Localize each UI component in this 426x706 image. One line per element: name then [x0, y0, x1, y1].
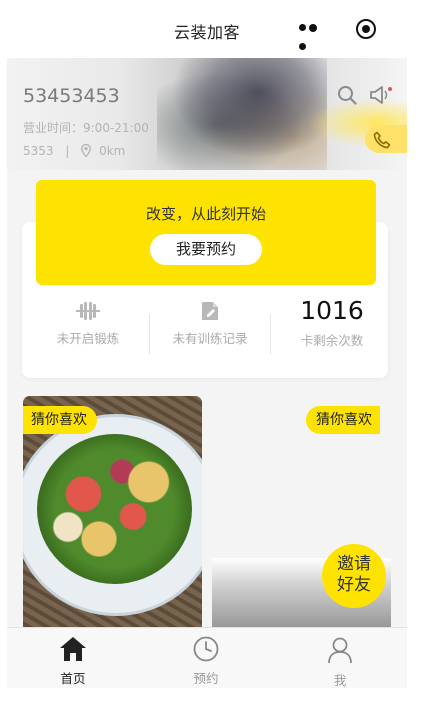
navigation-bar: 云装加客: [7, 0, 407, 58]
tab-me[interactable]: 我: [300, 636, 380, 688]
record-circle-icon[interactable]: [356, 19, 376, 39]
stat-training-record[interactable]: 未有训练记录: [150, 300, 270, 347]
stat-training-label: 未有训练记录: [172, 331, 248, 346]
note-edit-icon: [150, 300, 270, 324]
more-dots-icon[interactable]: [299, 22, 329, 50]
tab-me-label: 我: [333, 673, 347, 688]
dumbbell-icon: [28, 300, 148, 324]
remaining-sessions-label: 卡剩余次数: [300, 333, 364, 348]
stat-remaining-sessions[interactable]: 1016 卡剩余次数: [272, 296, 392, 349]
tab-booking[interactable]: 预约: [166, 636, 246, 687]
remaining-sessions-count: 1016: [300, 296, 364, 325]
tab-home-label: 首页: [60, 671, 86, 686]
page-title: 云装加客: [173, 23, 240, 42]
app-screen: 云装加客 53453453 营业时间：9:00-21:00 5353 | 0km…: [7, 0, 407, 688]
user-icon: [328, 637, 352, 664]
shop-address: 5353: [23, 144, 54, 158]
phone-icon: [373, 131, 391, 149]
promo-slogan: 改变，从此刻开始: [145, 205, 266, 223]
member-stats: 未开启锻炼 未有训练记录 1016 卡剩余次数: [22, 296, 388, 360]
recommend-tag-right: 猜你喜欢: [306, 406, 380, 434]
home-icon: [60, 637, 86, 661]
promo-banner: 改变，从此刻开始 我要预约: [36, 180, 376, 285]
address-row: 5353 | 0km: [23, 142, 125, 158]
shop-distance: 0km: [99, 144, 126, 158]
book-now-button[interactable]: 我要预约: [150, 234, 262, 265]
banner-artwork: [157, 58, 327, 170]
shop-banner: 53453453 营业时间：9:00-21:00 5353 | 0km: [7, 58, 407, 170]
business-hours: 营业时间：9:00-21:00: [23, 121, 149, 135]
clock-icon: [193, 636, 219, 662]
tab-booking-label: 预约: [193, 671, 219, 686]
stat-workout[interactable]: 未开启锻炼: [28, 300, 148, 347]
speaker-icon[interactable]: [369, 85, 393, 109]
invite-line2: 好友: [337, 575, 371, 595]
stat-workout-label: 未开启锻炼: [56, 331, 120, 346]
recommend-tag-left: 猜你喜欢: [23, 406, 97, 434]
location-pin-icon: [81, 143, 92, 158]
invite-line1: 邀请: [337, 554, 371, 574]
stat-divider: [270, 314, 271, 354]
address-separator: |: [65, 144, 70, 158]
tab-bar: 首页 预约 我: [7, 627, 407, 688]
search-icon[interactable]: [337, 85, 357, 109]
salad-image: [37, 434, 192, 584]
shop-name: 53453453: [23, 85, 120, 107]
invite-friends-button[interactable]: 邀请 好友: [322, 544, 386, 608]
tab-home[interactable]: 首页: [33, 636, 113, 687]
call-button[interactable]: [365, 125, 407, 153]
